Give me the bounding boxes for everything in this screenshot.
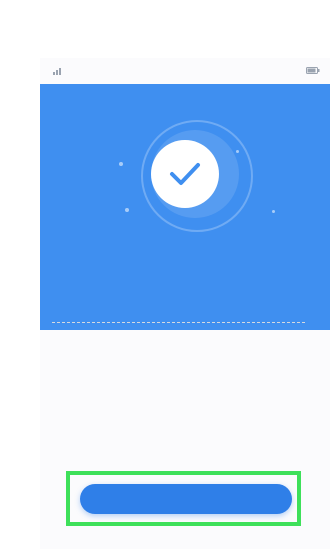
check-icon bbox=[151, 140, 219, 208]
sparkle-dot bbox=[125, 208, 129, 212]
status-bar bbox=[40, 58, 330, 84]
signal-icon bbox=[53, 67, 62, 75]
status-bar-left bbox=[50, 67, 62, 75]
status-bar-right bbox=[303, 66, 320, 76]
sparkle-dot bbox=[272, 210, 275, 213]
details-divider bbox=[52, 322, 305, 323]
sparkle-dot bbox=[236, 150, 239, 153]
target-highlight bbox=[66, 471, 301, 526]
battery-icon bbox=[306, 66, 320, 76]
sparkle-dot bbox=[119, 162, 123, 166]
